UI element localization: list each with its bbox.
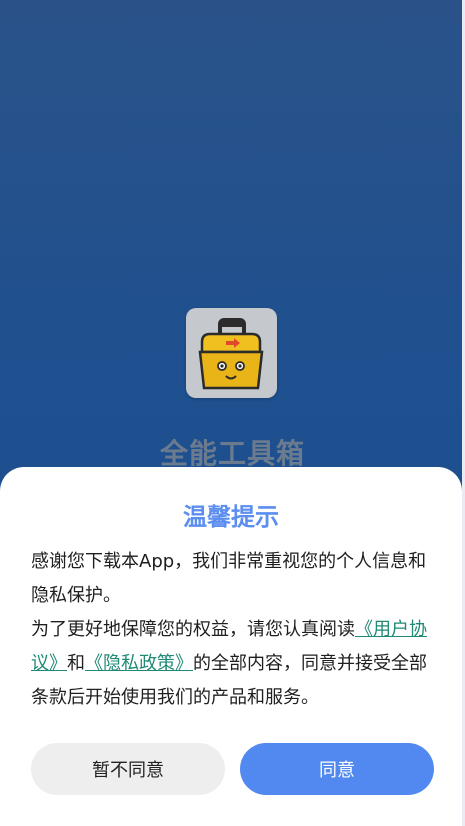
splash-screen: 全能工具箱 温馨提示 感谢您下载本App，我们非常重视您的个人信息和隐私保护。 … <box>0 0 465 826</box>
privacy-dialog: 温馨提示 感谢您下载本App，我们非常重视您的个人信息和隐私保护。 为了更好地保… <box>0 467 462 826</box>
dialog-paragraph-2: 为了更好地保障您的权益，请您认真阅读《用户协议》和《隐私政策》的全部内容，同意并… <box>31 613 441 715</box>
decline-button[interactable]: 暂不同意 <box>31 743 225 795</box>
dialog-paragraph-1: 感谢您下载本App，我们非常重视您的个人信息和隐私保护。 <box>31 551 427 606</box>
privacy-policy-link[interactable]: 《隐私政策》 <box>85 653 193 674</box>
dialog-title: 温馨提示 <box>183 503 279 531</box>
dialog-body: 感谢您下载本App，我们非常重视您的个人信息和隐私保护。 为了更好地保障您的权益… <box>31 545 441 715</box>
app-icon <box>186 308 277 398</box>
app-name: 全能工具箱 <box>159 437 305 470</box>
paragraph-2-prefix: 为了更好地保障您的权益，请您认真阅读 <box>31 619 355 640</box>
conjunction-text: 和 <box>67 653 85 674</box>
toolbox-icon <box>198 318 264 390</box>
agree-button[interactable]: 同意 <box>240 743 434 795</box>
